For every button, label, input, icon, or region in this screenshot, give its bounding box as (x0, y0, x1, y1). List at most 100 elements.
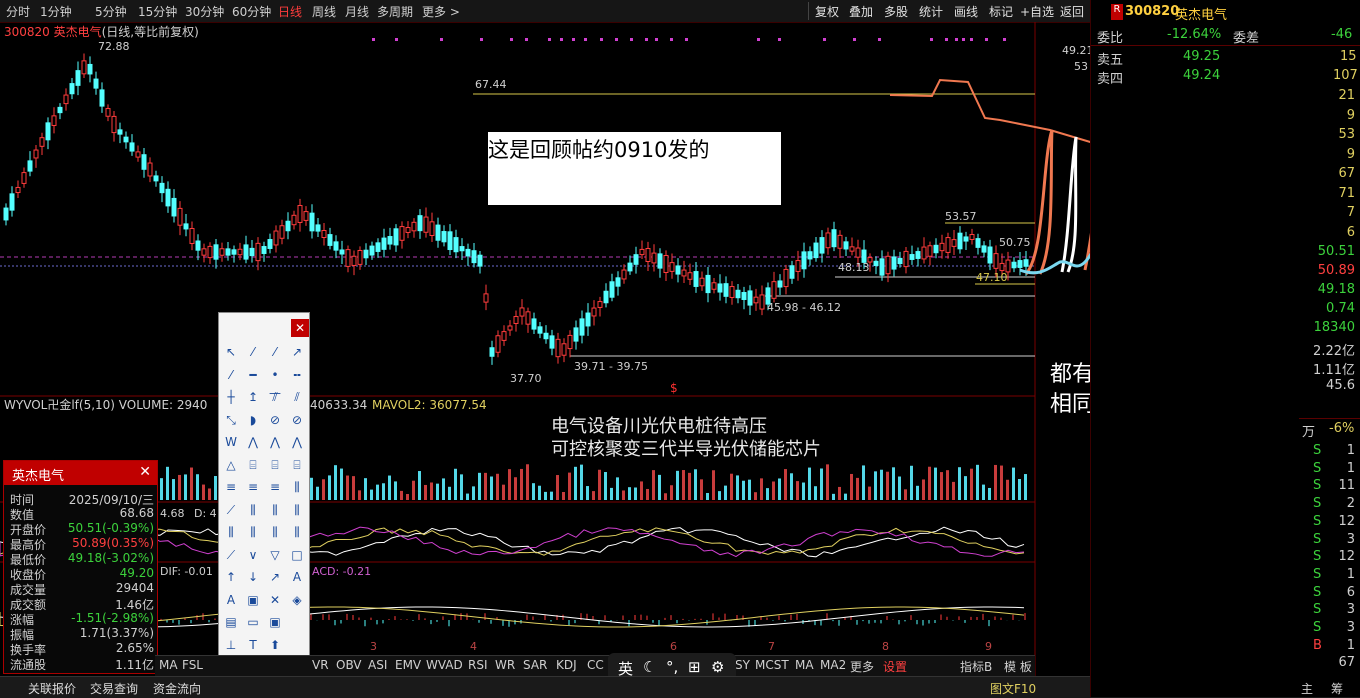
statistics-button[interactable]: 统计 (919, 3, 943, 20)
drawing-tool-icon[interactable]: ↗ (266, 568, 284, 586)
tab-kdj[interactable]: KDJ (556, 658, 577, 672)
drawing-tool-icon[interactable]: ⁄ (244, 343, 262, 361)
drawing-tool-icon[interactable]: ⌸ (244, 456, 262, 474)
drawing-tool-icon[interactable]: ⫼ (266, 523, 284, 541)
fund-flow-tab[interactable]: 资金流向 (153, 680, 201, 697)
drawing-tool-icon[interactable]: ▣ (244, 591, 262, 609)
drawing-tool-icon[interactable]: A (288, 568, 306, 586)
data-window-header[interactable]: 英杰电气 ✕ (4, 461, 157, 485)
drawing-tool-icon[interactable]: ⫽ (266, 388, 284, 406)
drawing-tool-icon[interactable]: ∨ (244, 546, 262, 564)
keyboard-icon[interactable]: ⊞ (688, 658, 701, 676)
close-icon[interactable]: ✕ (291, 319, 309, 337)
tab-60min[interactable]: 60分钟 (232, 3, 271, 20)
drawing-tool-icon[interactable]: ━ (244, 366, 262, 384)
tab-multi-period[interactable]: 多周期 (377, 3, 413, 20)
tab-ma[interactable]: MA (159, 658, 178, 672)
drawing-tool-icon[interactable]: ↑ (222, 568, 240, 586)
price-chart[interactable]: 3 4 6 7 8 9 72.88 67.44 53.57 50.75 48.1… (0, 22, 1090, 677)
tab-ma-2[interactable]: MA (795, 658, 814, 672)
drawing-tool-icon[interactable]: A (222, 591, 240, 609)
tab-sy[interactable]: SY (735, 658, 750, 672)
drawing-tool-icon[interactable]: ⫽ (288, 388, 306, 406)
drawing-tool-icon[interactable]: ⟋ (222, 546, 240, 564)
drawing-tool-icon[interactable]: ◗ (244, 411, 262, 429)
draw-line-button[interactable]: 画线 (954, 3, 978, 20)
drawing-tool-icon[interactable]: ↖ (222, 343, 240, 361)
mark-button[interactable]: 标记 (989, 3, 1013, 20)
drawing-tool-icon[interactable]: ⟋ (222, 501, 240, 519)
tab-emv[interactable]: EMV (395, 658, 421, 672)
drawing-tool-icon[interactable]: ⫼ (288, 478, 306, 496)
drawing-tool-icon[interactable]: ⬆ (266, 636, 284, 654)
tab-30min[interactable]: 30分钟 (185, 3, 224, 20)
drawing-tool-icon[interactable]: ┼ (222, 388, 240, 406)
tab-chips[interactable]: 筹 (1331, 680, 1343, 697)
tab-15min[interactable]: 15分钟 (138, 3, 177, 20)
tab-ma2[interactable]: MA2 (820, 658, 846, 672)
f10-tab[interactable]: 图文F10 (990, 680, 1036, 697)
drawing-tool-icon[interactable]: ◈ (288, 591, 306, 609)
trade-query-tab[interactable]: 交易查询 (90, 680, 138, 697)
drawing-tool-icon[interactable]: ≡ (266, 478, 284, 496)
tab-more[interactable]: 更多 > (422, 3, 460, 20)
tab-5min[interactable]: 5分钟 (95, 3, 127, 20)
tab-main[interactable]: 主 (1301, 680, 1313, 697)
punctuation-icon[interactable]: °, (666, 658, 678, 676)
drawing-tool-icon[interactable]: ▤ (222, 613, 240, 631)
drawing-tool-icon[interactable]: ⋀ (266, 433, 284, 451)
drawing-tool-icon[interactable]: □ (288, 546, 306, 564)
drawing-tool-icon[interactable]: •— (266, 366, 284, 400)
drawing-tool-icon[interactable]: ⫼ (222, 523, 240, 541)
tab-indicator-b[interactable]: 指标B (960, 658, 992, 675)
tab-monthly[interactable]: 月线 (345, 3, 369, 20)
drawing-tool-icon[interactable]: ⋀ (244, 433, 262, 451)
tab-1min[interactable]: 1分钟 (40, 3, 72, 20)
tab-rsi[interactable]: RSI (468, 658, 488, 672)
tab-wr[interactable]: WR (495, 658, 515, 672)
multi-stock-button[interactable]: 多股 (884, 3, 908, 20)
data-window[interactable]: 英杰电气 ✕ 时间 2025/09/10/三 数值 68.68 开盘价 50.51(-0.… (3, 460, 158, 674)
drawing-tool-icon[interactable]: ⫼ (244, 501, 262, 519)
add-watchlist-button[interactable]: +自选 (1020, 3, 1054, 20)
drawing-tool-icon[interactable]: W (222, 433, 240, 451)
drawing-tool-icon[interactable]: ↗ (288, 343, 306, 361)
drawing-tool-icon[interactable]: ↥ (244, 388, 262, 406)
drawing-tool-icon[interactable]: ⤡ (222, 411, 240, 429)
drawing-tool-icon[interactable]: ╍ (288, 366, 306, 384)
drawing-tool-icon[interactable]: ⊘ (288, 411, 306, 429)
back-button[interactable]: 返回 (1060, 3, 1084, 20)
drawing-tool-icon[interactable]: ⌸ (266, 456, 284, 474)
tab-settings[interactable]: 设置 (883, 658, 907, 675)
drawing-tool-icon[interactable]: ⊘ (266, 411, 284, 429)
drawing-tool-icon[interactable]: △ (222, 456, 240, 474)
moon-icon[interactable]: ☾ (643, 658, 656, 676)
drawing-tool-icon[interactable]: ▭ (244, 613, 262, 631)
tab-wvad[interactable]: WVAD (426, 658, 463, 672)
drawing-tool-icon[interactable]: ⫼ (244, 523, 262, 541)
drawing-tool-icon[interactable]: T (244, 636, 262, 654)
tab-sar[interactable]: SAR (523, 658, 547, 672)
drawing-tool-icon[interactable]: ⫼ (288, 523, 306, 541)
tab-cc[interactable]: CC (587, 658, 604, 672)
drawing-tool-icon[interactable]: ⫼ (266, 501, 284, 519)
gear-icon[interactable]: ⚙ (711, 658, 724, 676)
overlay-button[interactable]: 叠加 (849, 3, 873, 20)
tab-template[interactable]: 模 板 (1004, 658, 1032, 675)
drawing-tool-icon[interactable]: ≡ (222, 478, 240, 496)
drawing-tool-icon[interactable]: ⁄ (222, 366, 240, 384)
tab-daily[interactable]: 日线 (278, 3, 302, 20)
tab-asi[interactable]: ASI (368, 658, 387, 672)
tab-obv[interactable]: OBV (336, 658, 362, 672)
close-icon[interactable]: ✕ (139, 464, 151, 480)
tab-vr[interactable]: VR (312, 658, 329, 672)
tab-fsl[interactable]: FSL (182, 658, 203, 672)
drawing-tool-icon[interactable]: ⫼ (288, 501, 306, 519)
linked-quote-tab[interactable]: 关联报价 (28, 680, 76, 697)
tab-weekly[interactable]: 周线 (312, 3, 336, 20)
drawing-tool-icon[interactable]: ⊥ (222, 636, 240, 654)
drawing-tool-icon[interactable]: ⁄ (266, 343, 284, 361)
drawing-tool-icon[interactable]: ↓ (244, 568, 262, 586)
drawing-tool-icon[interactable]: ⋀ (288, 433, 306, 451)
drawing-tool-palette[interactable]: ✕ ↖ ⁄ ⁄ ↗ ⁄ ━ •— ╍ ┼ ↥ ⫽ ⫽ ⤡ ◗ ⊘ ⊘ W ⋀ ⋀ ⋀ △ ⌸ ⌸ ⌸ ≡ ≡ ≡ ⫼ ⟋ ⫼ ⫼ ⫼ ⫼ ⫼ ⫼ ⫼ ⟋… (218, 312, 310, 676)
